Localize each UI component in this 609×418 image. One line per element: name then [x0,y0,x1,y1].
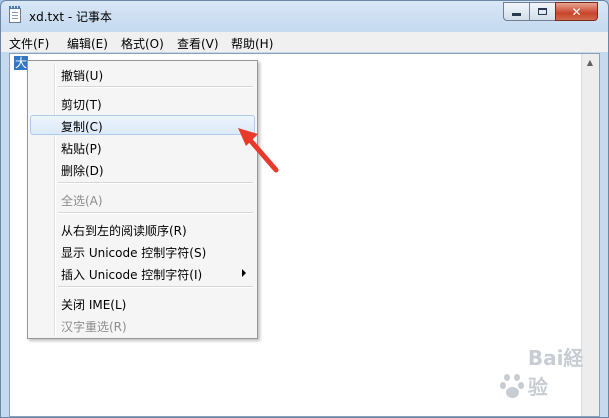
menu-item-select-all[interactable]: 全选(A) [30,189,255,209]
menu-item-label: 剪切(T) [61,98,102,112]
menu-item-rtl-reading[interactable]: 从右到左的阅读顺序(R) [30,219,255,239]
window-title: xd.txt - 记事本 [29,10,113,24]
menu-item-delete[interactable]: 删除(D) [30,159,255,179]
menu-item-label: 关闭 IME(L) [61,298,127,312]
minimize-button[interactable] [503,2,529,21]
menu-item-label: 从右到左的阅读顺序(R) [61,224,187,238]
notepad-icon [9,6,21,23]
menu-file[interactable]: 文件(F) [9,35,49,52]
submenu-arrow-icon [242,269,246,277]
scroll-up-icon[interactable]: ▲ [582,54,598,71]
menu-item-label: 显示 Unicode 控制字符(S) [61,246,207,260]
menu-separator [58,86,253,88]
menu-item-label: 删除(D) [61,164,104,178]
menu-item-undo[interactable]: 撤销(U) [30,64,255,84]
menu-item-paste[interactable]: 粘贴(P) [30,137,255,157]
menu-bar: 文件(F) 编辑(E) 格式(O) 查看(V) 帮助(H) [1,32,608,52]
menu-separator [58,182,253,184]
title-bar[interactable]: xd.txt - 记事本 ✕ [1,1,608,31]
menu-item-label: 全选(A) [61,194,103,208]
menu-item-insert-unicode[interactable]: 插入 Unicode 控制字符(I) [30,263,255,283]
baidu-watermark: Bai経验 [500,346,600,400]
arrow-shaft [247,137,279,173]
minimize-icon [512,13,521,16]
menu-item-show-unicode[interactable]: 显示 Unicode 控制字符(S) [30,241,255,261]
paw-icon [500,374,525,400]
menu-item-cut[interactable]: 剪切(T) [30,93,255,113]
menu-item-label: 粘贴(P) [61,142,102,156]
context-menu: 撤销(U) 剪切(T) 复制(C) 粘贴(P) 删除(D) 全选(A) 从右到左… [27,60,258,339]
close-icon: ✕ [571,4,582,19]
selected-ime-text[interactable]: 大 [14,56,28,70]
menu-item-label: 插入 Unicode 控制字符(I) [61,268,203,282]
maximize-icon [538,8,547,15]
menu-item-close-ime[interactable]: 关闭 IME(L) [30,293,255,313]
menu-help[interactable]: 帮助(H) [231,35,273,52]
menu-separator [58,212,253,214]
menu-item-copy[interactable]: 复制(C) [30,115,255,135]
menu-item-label: 汉字重选(R) [61,320,127,334]
red-arrow-annotation [238,128,279,173]
watermark-text: Bai経验 [527,346,584,399]
menu-view[interactable]: 查看(V) [177,35,219,52]
maximize-button[interactable] [529,2,555,21]
menu-item-reconvert[interactable]: 汉字重选(R) [30,315,255,335]
menu-edit[interactable]: 编辑(E) [67,35,108,52]
menu-format[interactable]: 格式(O) [121,35,164,52]
close-button[interactable]: ✕ [555,2,598,21]
menu-separator [58,286,253,288]
menu-item-label: 撤销(U) [61,69,104,83]
menu-item-label: 复制(C) [61,120,103,134]
